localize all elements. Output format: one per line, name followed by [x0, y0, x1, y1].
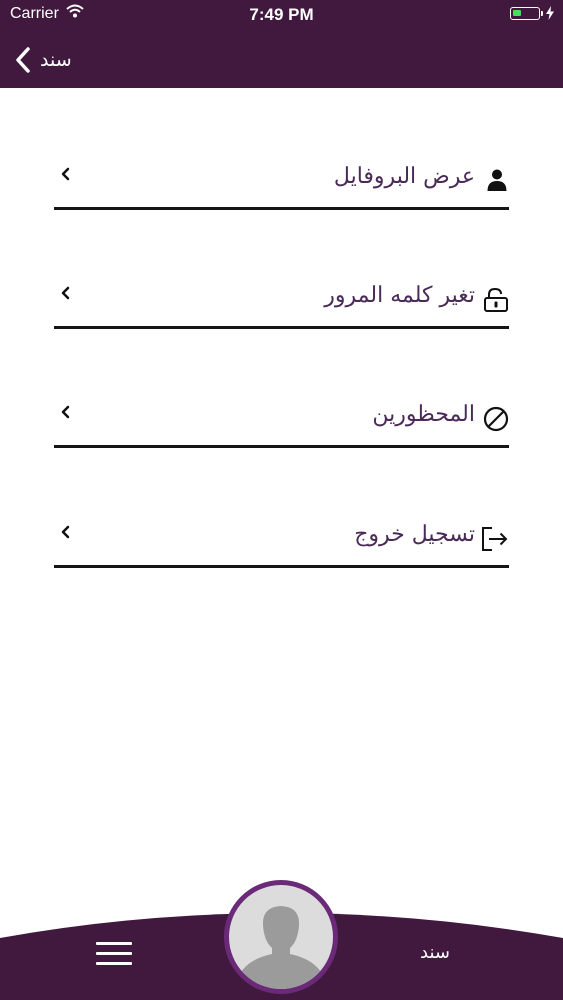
lock-icon	[484, 287, 508, 312]
menu-item-profile[interactable]: عرض البروفايل	[54, 150, 509, 210]
menu-icon-line	[96, 942, 132, 945]
chevron-left-icon	[61, 286, 70, 300]
menu-item-label: تغير كلمه المرور	[324, 283, 475, 308]
chevron-left-icon	[61, 525, 70, 539]
avatar-button[interactable]	[224, 880, 338, 994]
back-label: سند	[40, 49, 72, 71]
logout-icon	[482, 527, 508, 551]
menu-button[interactable]	[96, 940, 132, 968]
status-bar: Carrier 7:49 PM	[0, 0, 563, 30]
chevron-left-icon	[16, 47, 30, 73]
chevron-left-icon	[61, 167, 70, 181]
app-title: سند	[420, 942, 450, 963]
menu-item-label: عرض البروفايل	[333, 164, 475, 189]
menu-icon-line	[96, 952, 132, 955]
avatar	[229, 885, 333, 989]
battery-fill	[513, 10, 521, 16]
menu-item-blocked[interactable]: المحظورين	[54, 388, 509, 448]
charging-icon	[546, 6, 554, 20]
battery-icon	[510, 7, 540, 20]
bottom-tab-bar: سند	[0, 880, 563, 1000]
chevron-left-icon	[61, 405, 70, 419]
menu-item-label: تسجيل خروج	[354, 522, 475, 547]
menu-item-logout[interactable]: تسجيل خروج	[54, 508, 509, 568]
blocked-icon	[483, 406, 509, 432]
clock: 7:49 PM	[249, 5, 314, 24]
menu-item-change-password[interactable]: تغير كلمه المرور	[54, 269, 509, 329]
menu-icon-line	[96, 962, 132, 965]
top-bar: Carrier 7:49 PM سند	[0, 0, 563, 88]
menu-item-label: المحظورين	[372, 402, 475, 427]
person-silhouette-icon	[239, 906, 323, 989]
battery-nub	[541, 11, 543, 16]
person-icon	[487, 169, 507, 191]
back-button[interactable]: سند	[14, 42, 84, 78]
